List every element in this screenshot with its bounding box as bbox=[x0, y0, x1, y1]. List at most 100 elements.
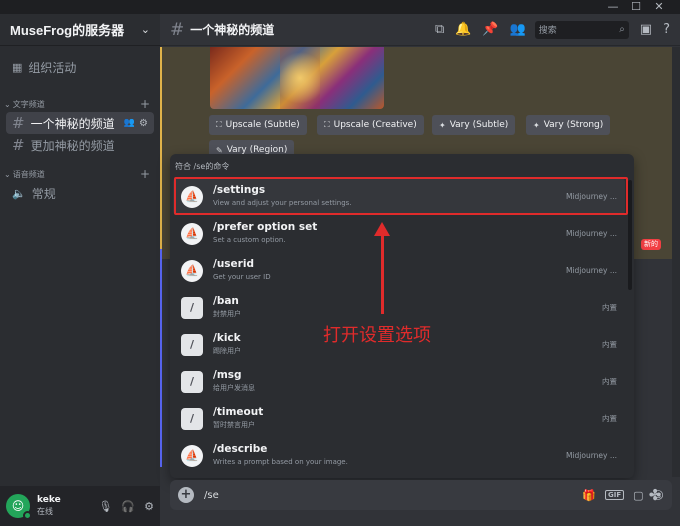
command-source: Midjourney ... bbox=[565, 266, 617, 275]
slash-command-icon: / bbox=[181, 333, 203, 356]
chevron-down-icon: ⌄ bbox=[4, 169, 11, 179]
user-status: 在线 bbox=[37, 507, 53, 516]
popup-header: 符合 /se的命令 bbox=[175, 162, 230, 171]
category-label: 语音频道 bbox=[12, 169, 45, 179]
inbox-icon[interactable]: ▣ bbox=[640, 22, 652, 37]
apps-icon[interactable]: ✤ bbox=[644, 483, 666, 507]
add-channel-icon[interactable]: + bbox=[140, 167, 150, 181]
events-item[interactable]: ▦ 组织活动 bbox=[6, 56, 154, 78]
command-item[interactable]: ⛵/prefer option set Set a custom option. M… bbox=[173, 215, 625, 252]
command-name: /msg bbox=[213, 368, 242, 381]
command-description: 给用户发消息 bbox=[213, 383, 255, 392]
command-source: Midjourney ... bbox=[565, 451, 617, 460]
command-source: 内置 bbox=[602, 414, 617, 423]
search-placeholder: 搜索 bbox=[538, 26, 557, 36]
add-attachment-icon[interactable]: + bbox=[178, 487, 194, 503]
channel-title: 一个神秘的频道 bbox=[190, 23, 275, 37]
channel-name: 更加神秘的频道 bbox=[30, 138, 115, 153]
bell-icon[interactable]: 🔔 bbox=[455, 22, 471, 37]
main-panel: # 一个神秘的频道 ⧉ 🔔 📌 👥 搜索 ⌕ ▣ ? ⛶ Upscale (Sub… bbox=[160, 14, 680, 526]
new-messages-badge[interactable]: 新的 bbox=[641, 239, 661, 250]
server-name: MuseFrog的服务器 bbox=[10, 23, 125, 38]
message-input[interactable]: + /se 🎁 GIF ▢ ☺ bbox=[170, 480, 672, 510]
midjourney-bot-icon: ⛵ bbox=[181, 444, 203, 467]
minimize-button[interactable]: — bbox=[602, 0, 624, 14]
expand-icon: ⛶ bbox=[216, 120, 222, 129]
vary-subtle-button[interactable]: ✦ Vary (Subtle) bbox=[432, 115, 516, 135]
chevron-down-icon: ⌄ bbox=[140, 23, 150, 36]
channel-name: 常规 bbox=[31, 186, 56, 201]
calendar-icon: ▦ bbox=[12, 60, 23, 74]
command-name: /userid bbox=[213, 257, 254, 270]
slash-command-icon: / bbox=[181, 296, 203, 319]
username: keke bbox=[37, 495, 61, 505]
sticker-icon[interactable]: ▢ bbox=[633, 489, 643, 502]
generated-image[interactable] bbox=[210, 47, 384, 109]
magic-wand-icon: ✦ bbox=[533, 120, 540, 130]
hash-icon: # bbox=[12, 114, 25, 132]
settings-highlight-box bbox=[174, 177, 628, 215]
gift-icon[interactable]: 🎁 bbox=[582, 489, 596, 502]
command-source: 内置 bbox=[602, 377, 617, 386]
pin-icon[interactable]: 📌 bbox=[482, 22, 498, 37]
button-label: Vary (Strong) bbox=[543, 120, 604, 130]
voice-channel-category[interactable]: ⌄ 语音频道 + bbox=[4, 167, 150, 181]
headphones-icon[interactable]: 🎧 bbox=[121, 500, 135, 513]
gear-icon[interactable]: ⚙ bbox=[139, 118, 148, 129]
speaker-icon: 🔈 bbox=[12, 186, 26, 200]
upscale-subtle-button[interactable]: ⛶ Upscale (Subtle) bbox=[209, 115, 307, 135]
gif-icon[interactable]: GIF bbox=[604, 490, 625, 500]
add-channel-icon[interactable]: + bbox=[140, 97, 150, 111]
upscale-creative-button[interactable]: ⛶ Upscale (Creative) bbox=[317, 115, 424, 135]
window-titlebar: — ☐ ✕ bbox=[0, 0, 680, 14]
events-label: 组织活动 bbox=[28, 60, 77, 75]
annotation-arrow bbox=[381, 234, 384, 314]
text-channel-category[interactable]: ⌄ 文字频道 + bbox=[4, 97, 150, 111]
threads-icon[interactable]: ⧉ bbox=[435, 22, 444, 37]
channel-item-more-mysterious[interactable]: # 更加神秘的频道 bbox=[6, 134, 154, 156]
channel-item-mysterious[interactable]: # 一个神秘的频道 👥 ⚙ bbox=[6, 112, 154, 134]
hash-icon: # bbox=[170, 19, 185, 40]
command-source: Midjourney ... bbox=[565, 229, 617, 238]
command-item[interactable]: ⛵ /describe Writes a prompt based on your … bbox=[173, 437, 625, 474]
avatar[interactable]: ☺ bbox=[6, 494, 32, 520]
microphone-icon[interactable]: 🎙 bbox=[98, 500, 112, 513]
server-header[interactable]: MuseFrog的服务器 ⌄ bbox=[0, 14, 160, 46]
command-name: /ban bbox=[213, 294, 239, 307]
command-name: /describe bbox=[213, 442, 268, 455]
member-list-icon[interactable]: 👥 bbox=[510, 22, 526, 37]
hash-icon: # bbox=[12, 136, 25, 154]
vary-strong-button[interactable]: ✦ Vary (Strong) bbox=[526, 115, 611, 135]
popup-scrollbar[interactable] bbox=[628, 180, 632, 290]
category-label: 文字频道 bbox=[12, 99, 45, 109]
user-panel: ☺ keke 在线 🎙 🎧 ⚙ bbox=[0, 486, 160, 526]
gear-icon[interactable]: ⚙ bbox=[144, 500, 154, 513]
maximize-button[interactable]: ☐ bbox=[625, 0, 647, 14]
command-description: 暂时禁言用户 bbox=[213, 420, 255, 429]
annotation-text: 打开设置选项 bbox=[323, 325, 431, 346]
command-source: 内置 bbox=[602, 303, 617, 312]
search-input[interactable]: 搜索 ⌕ bbox=[534, 20, 629, 39]
help-icon[interactable]: ? bbox=[663, 22, 670, 37]
button-label: Upscale (Creative) bbox=[333, 120, 417, 130]
scrollbar[interactable] bbox=[672, 47, 680, 477]
search-icon: ⌕ bbox=[619, 24, 625, 35]
command-item[interactable]: ⛵ /userid Get your user ID Midjourney ... bbox=[173, 252, 625, 289]
command-description: 封禁用户 bbox=[213, 309, 241, 318]
voice-channel-general[interactable]: 🔈 常规 bbox=[6, 182, 154, 204]
midjourney-bot-icon: ⛵ bbox=[181, 222, 203, 245]
command-item[interactable]: / /timeout 暂时禁言用户 内置 bbox=[173, 400, 625, 437]
invite-icon[interactable]: 👥 bbox=[124, 118, 135, 128]
command-source: 内置 bbox=[602, 340, 617, 349]
close-window-button[interactable]: ✕ bbox=[648, 0, 670, 14]
button-label: Vary (Subtle) bbox=[449, 120, 509, 130]
message-input-value[interactable]: /se bbox=[204, 490, 573, 501]
slash-command-icon: / bbox=[181, 370, 203, 393]
magic-wand-icon: ✦ bbox=[439, 120, 446, 130]
channel-name: 一个神秘的频道 bbox=[30, 116, 115, 131]
expand-icon: ⛶ bbox=[324, 120, 330, 129]
midjourney-bot-icon: ⛵ bbox=[181, 259, 203, 282]
command-description: Get your user ID bbox=[213, 272, 271, 281]
command-item[interactable]: / /msg 给用户发消息 内置 bbox=[173, 363, 625, 400]
command-description: Writes a prompt based on your image. bbox=[213, 457, 348, 466]
